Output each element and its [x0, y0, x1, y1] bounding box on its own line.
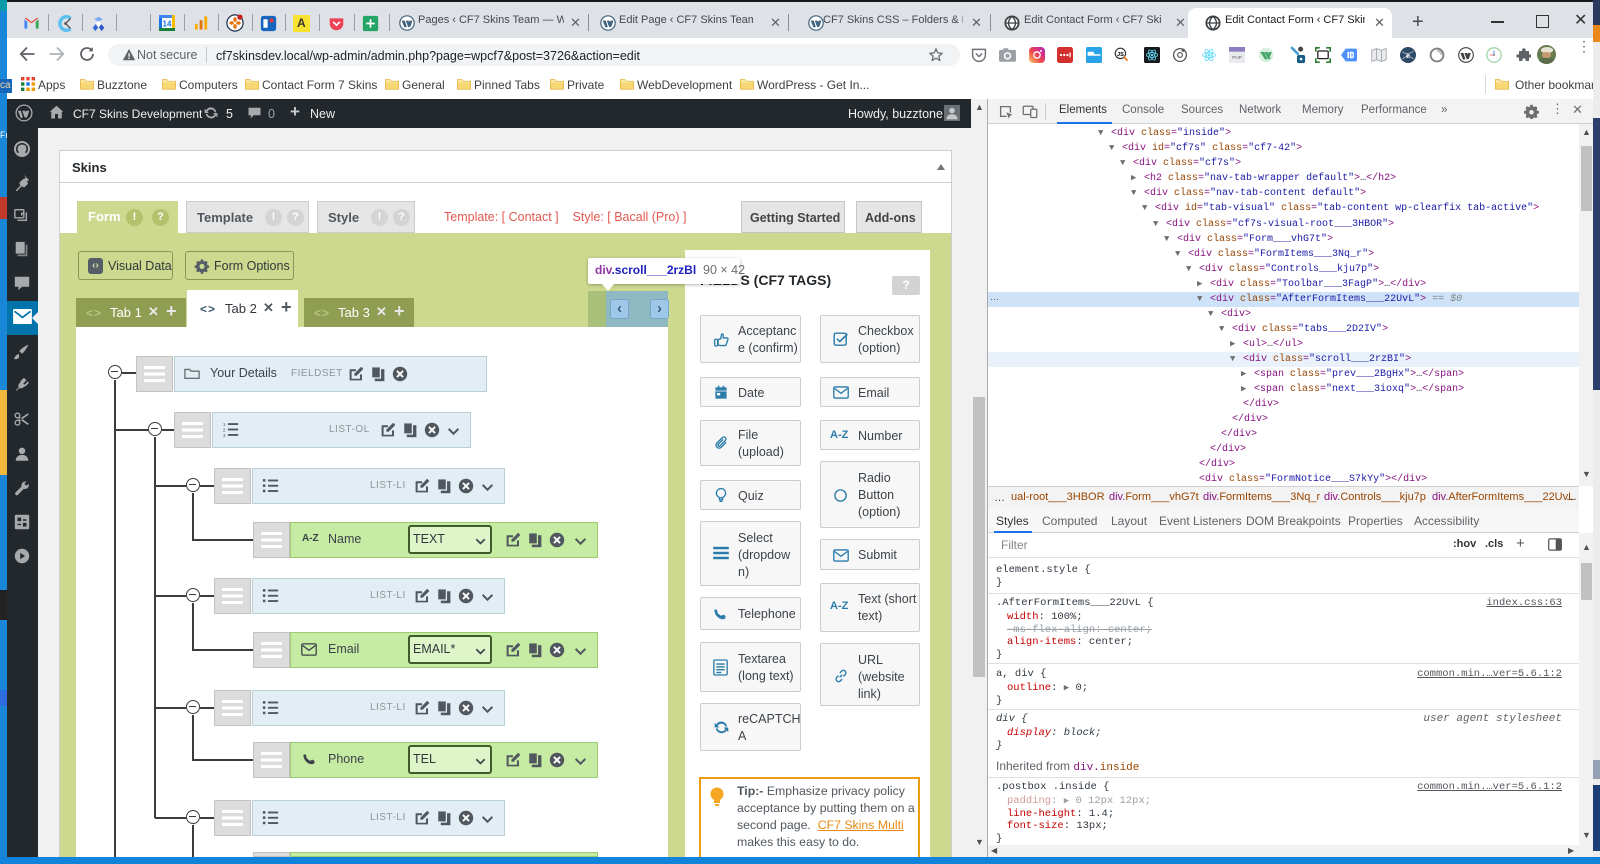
svg-text:2: 2 [223, 428, 226, 433]
svg-text:3: 3 [223, 433, 226, 438]
svg-text:14: 14 [163, 20, 172, 29]
svg-text:1: 1 [223, 422, 226, 427]
svg-text:e: e [1406, 50, 1410, 60]
svg-text:PHP: PHP [1232, 55, 1242, 61]
svg-text:JS: JS [1117, 52, 1124, 58]
